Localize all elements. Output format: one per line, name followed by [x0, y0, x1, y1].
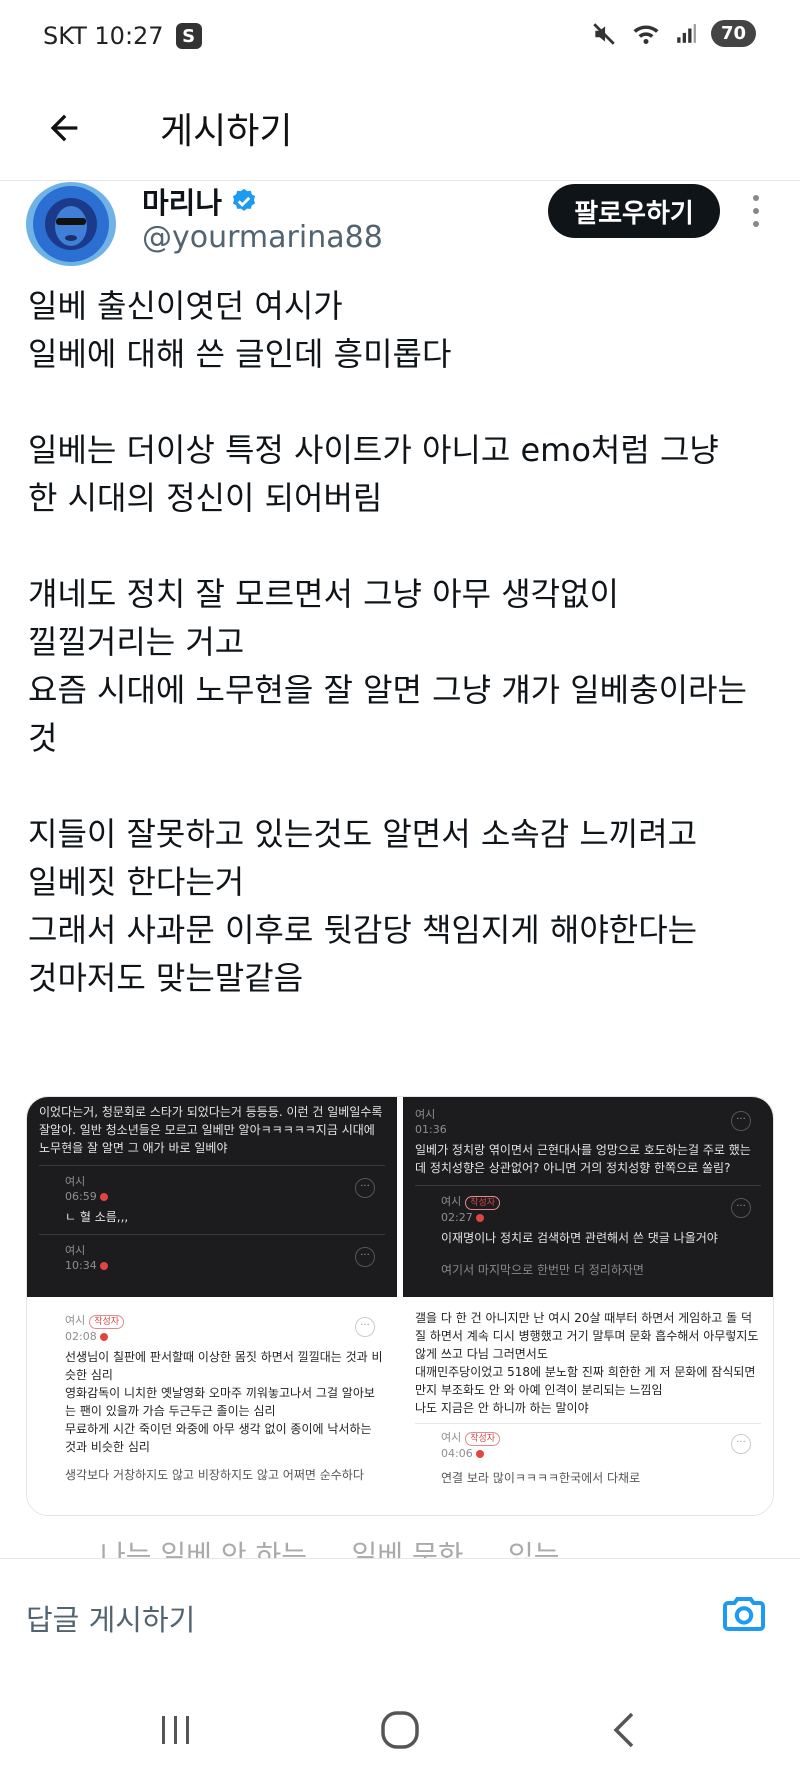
comment: 여시 작성자 02:27 이재명이나 정치로 검색하면 관련해서 쓴 댓글 나올거…	[415, 1194, 761, 1279]
divider	[39, 1234, 385, 1235]
comment-more-icon: ···	[731, 1434, 751, 1454]
mute-icon	[593, 22, 615, 45]
tweet-paragraph: 일베 출신이엿던 여시가 일베에 대해 쓴 글인데 흥미롭다	[28, 287, 452, 373]
comment: 여시 작성자 04:06 연결 보라 많이ㅋㅋㅋㅋ한국에서 다채로 ···	[415, 1430, 761, 1487]
new-dot-icon	[99, 1193, 108, 1201]
comment-more-icon: ···	[355, 1317, 375, 1337]
comment-text: 이었다는거, 청문회로 스타가 되었다는거 등등등. 이런 건 일베일수록 잘알…	[39, 1105, 383, 1155]
light-comment-panel: 여시 작성자 02:08 선생님이 칠판에 판서할때 이상한 몸짓 하면서 낄낄대…	[27, 1301, 397, 1515]
comment-author: 여시	[441, 1195, 462, 1208]
comment-more-icon: ···	[355, 1247, 375, 1267]
more-dot-icon	[753, 195, 759, 201]
author-name-row: 마리나	[142, 180, 258, 222]
comment-time: 02:27	[441, 1211, 473, 1224]
author-name[interactable]: 마리나	[142, 180, 222, 222]
reply-bar: 답글 게시하기	[0, 1558, 800, 1680]
comment-author: 여시	[441, 1431, 462, 1444]
new-dot-icon	[99, 1262, 108, 1270]
comment-meta: 여시 작성자 02:27	[441, 1194, 761, 1225]
media-image-right[interactable]: 여시 01:36 일베가 정치랑 엮이면서 근현대사를 엉망으로 호도하는걸 주…	[403, 1097, 773, 1515]
new-dot-icon	[475, 1450, 484, 1458]
comment-author: 여시	[65, 1244, 86, 1257]
recents-icon	[162, 1716, 189, 1744]
author-row: 마리나 @yourmarina88 팔로우하기	[0, 180, 800, 270]
home-button[interactable]	[370, 1702, 430, 1758]
comment-text: 갤을 다 한 건 아니지만 난 여시 20살 때부터 하면서 게임하고 돌 덕질…	[415, 1311, 759, 1415]
home-icon	[381, 1711, 419, 1749]
status-right: 70	[591, 20, 756, 47]
comment-text: 선생님이 칠판에 판서할때 이상한 몸짓 하면서 낄낄대는 것과 비슷한 심리 …	[65, 1350, 383, 1454]
comment-meta: 여시 06:59	[65, 1174, 385, 1204]
comment-text: ㄴ 혈 소름,,,	[65, 1210, 129, 1224]
comment-more-icon: ···	[355, 1178, 375, 1198]
author-tag: 작성자	[465, 1196, 501, 1210]
divider	[39, 1165, 385, 1166]
carrier-time: SKT 10:27	[43, 22, 164, 50]
comment-author: 여시	[65, 1314, 86, 1327]
back-button[interactable]	[40, 104, 88, 152]
more-dot-icon	[753, 208, 759, 214]
back-arrow-icon	[50, 114, 78, 142]
new-dot-icon	[475, 1214, 484, 1222]
comment: 여시 06:59 ㄴ 혈 소름,,, ···	[39, 1174, 385, 1226]
tweet-paragraph: 일베는 더이상 특정 사이트가 아니고 emo처럼 그냥 한 시대의 정신이 되…	[28, 431, 719, 517]
comment-text-more: 생각보다 거창하지도 않고 비장하지도 않고 어쩌면 순수하다	[65, 1468, 364, 1482]
comment-author: 여시	[65, 1175, 86, 1188]
comment-text-more: 여기서 마지막으로 한번만 더 정리하자면	[441, 1263, 644, 1277]
author-tag: 작성자	[465, 1432, 501, 1446]
follow-button[interactable]: 팔로우하기	[548, 184, 720, 238]
comment: 여시 01:36 일베가 정치랑 엮이면서 근현대사를 엉망으로 호도하는걸 주…	[415, 1107, 761, 1177]
comment-time: 02:08	[65, 1330, 97, 1343]
comment-time: 04:06	[441, 1447, 473, 1460]
comment-text: 일베가 정치랑 엮이면서 근현대사를 엉망으로 호도하는걸 주로 했는데 정치성…	[415, 1143, 751, 1175]
back-nav-button[interactable]	[594, 1702, 654, 1758]
page-title: 게시하기	[160, 111, 293, 152]
tweet-media: 이었다는거, 청문회로 스타가 되었다는거 등등등. 이런 건 일베일수록 잘알…	[26, 1096, 774, 1516]
comment-time: 10:34	[65, 1259, 97, 1272]
back-chevron-icon	[613, 1712, 634, 1748]
comment-meta: 여시 작성자 02:08	[65, 1313, 385, 1344]
verified-badge-icon	[232, 188, 256, 211]
camera-icon	[723, 1597, 765, 1631]
new-dot-icon	[99, 1333, 108, 1341]
system-nav-bar	[0, 1680, 800, 1778]
app-badge-icon: S	[175, 23, 202, 49]
recents-button[interactable]	[146, 1702, 206, 1758]
tweet-text: 일베 출신이엿던 여시가 일베에 대해 쓴 글인데 흥미롭다 일베는 더이상 특…	[28, 282, 778, 1050]
author-tag: 작성자	[89, 1315, 125, 1329]
divider	[415, 1185, 761, 1186]
comment-more-icon: ···	[731, 1111, 751, 1131]
tweet-paragraph: 걔네도 정치 잘 모르면서 그냥 아무 생각없이 낄낄거리는 거고 요즘 시대에…	[28, 575, 747, 757]
tweet-paragraph: 지들이 잘못하고 있는것도 알면서 소속감 느끼려고 일베짓 한다는거 그래서 …	[28, 815, 698, 997]
reply-input[interactable]: 답글 게시하기	[26, 1597, 195, 1639]
comment-text-more: 연결 보라 많이ㅋㅋㅋㅋ한국에서 다채로	[441, 1471, 641, 1485]
comment-text: 이재명이나 정치로 검색하면 관련해서 쓴 댓글 나올거야	[441, 1231, 718, 1245]
camera-button[interactable]	[720, 1589, 768, 1637]
battery-indicator: 70	[710, 20, 756, 47]
comment-time: 01:36	[415, 1123, 447, 1136]
light-comment-panel: 갤을 다 한 건 아니지만 난 여시 20살 때부터 하면서 게임하고 돌 덕질…	[403, 1301, 773, 1515]
comment-time: 06:59	[65, 1190, 97, 1203]
signal-icon	[677, 23, 696, 43]
comment: 여시 10:34 ···	[39, 1243, 385, 1273]
divider	[415, 1423, 761, 1424]
avatar[interactable]	[26, 182, 116, 266]
comment-meta: 여시 작성자 04:06	[441, 1430, 761, 1461]
comment-more-icon: ···	[731, 1198, 751, 1218]
more-dot-icon	[753, 221, 759, 227]
more-options-button[interactable]	[744, 186, 768, 236]
author-handle[interactable]: @yourmarina88	[142, 220, 383, 255]
comment-author: 여시	[415, 1108, 436, 1121]
status-bar: SKT 10:27 S 70	[0, 0, 800, 72]
comment-meta: 여시 10:34	[65, 1243, 385, 1273]
dark-comment-panel: 이었다는거, 청문회로 스타가 되었다는거 등등등. 이런 건 일베일수록 잘알…	[27, 1097, 397, 1297]
status-left: SKT 10:27 S	[43, 22, 202, 50]
comment-meta: 여시 01:36	[415, 1107, 761, 1137]
top-app-bar: 게시하기	[0, 80, 800, 176]
comment: 여시 작성자 02:08 선생님이 칠판에 판서할때 이상한 몸짓 하면서 낄낄대…	[39, 1313, 385, 1484]
wifi-icon	[633, 24, 659, 44]
media-image-left[interactable]: 이었다는거, 청문회로 스타가 되었다는거 등등등. 이런 건 일베일수록 잘알…	[27, 1097, 397, 1515]
dark-comment-panel: 여시 01:36 일베가 정치랑 엮이면서 근현대사를 엉망으로 호도하는걸 주…	[403, 1097, 773, 1297]
